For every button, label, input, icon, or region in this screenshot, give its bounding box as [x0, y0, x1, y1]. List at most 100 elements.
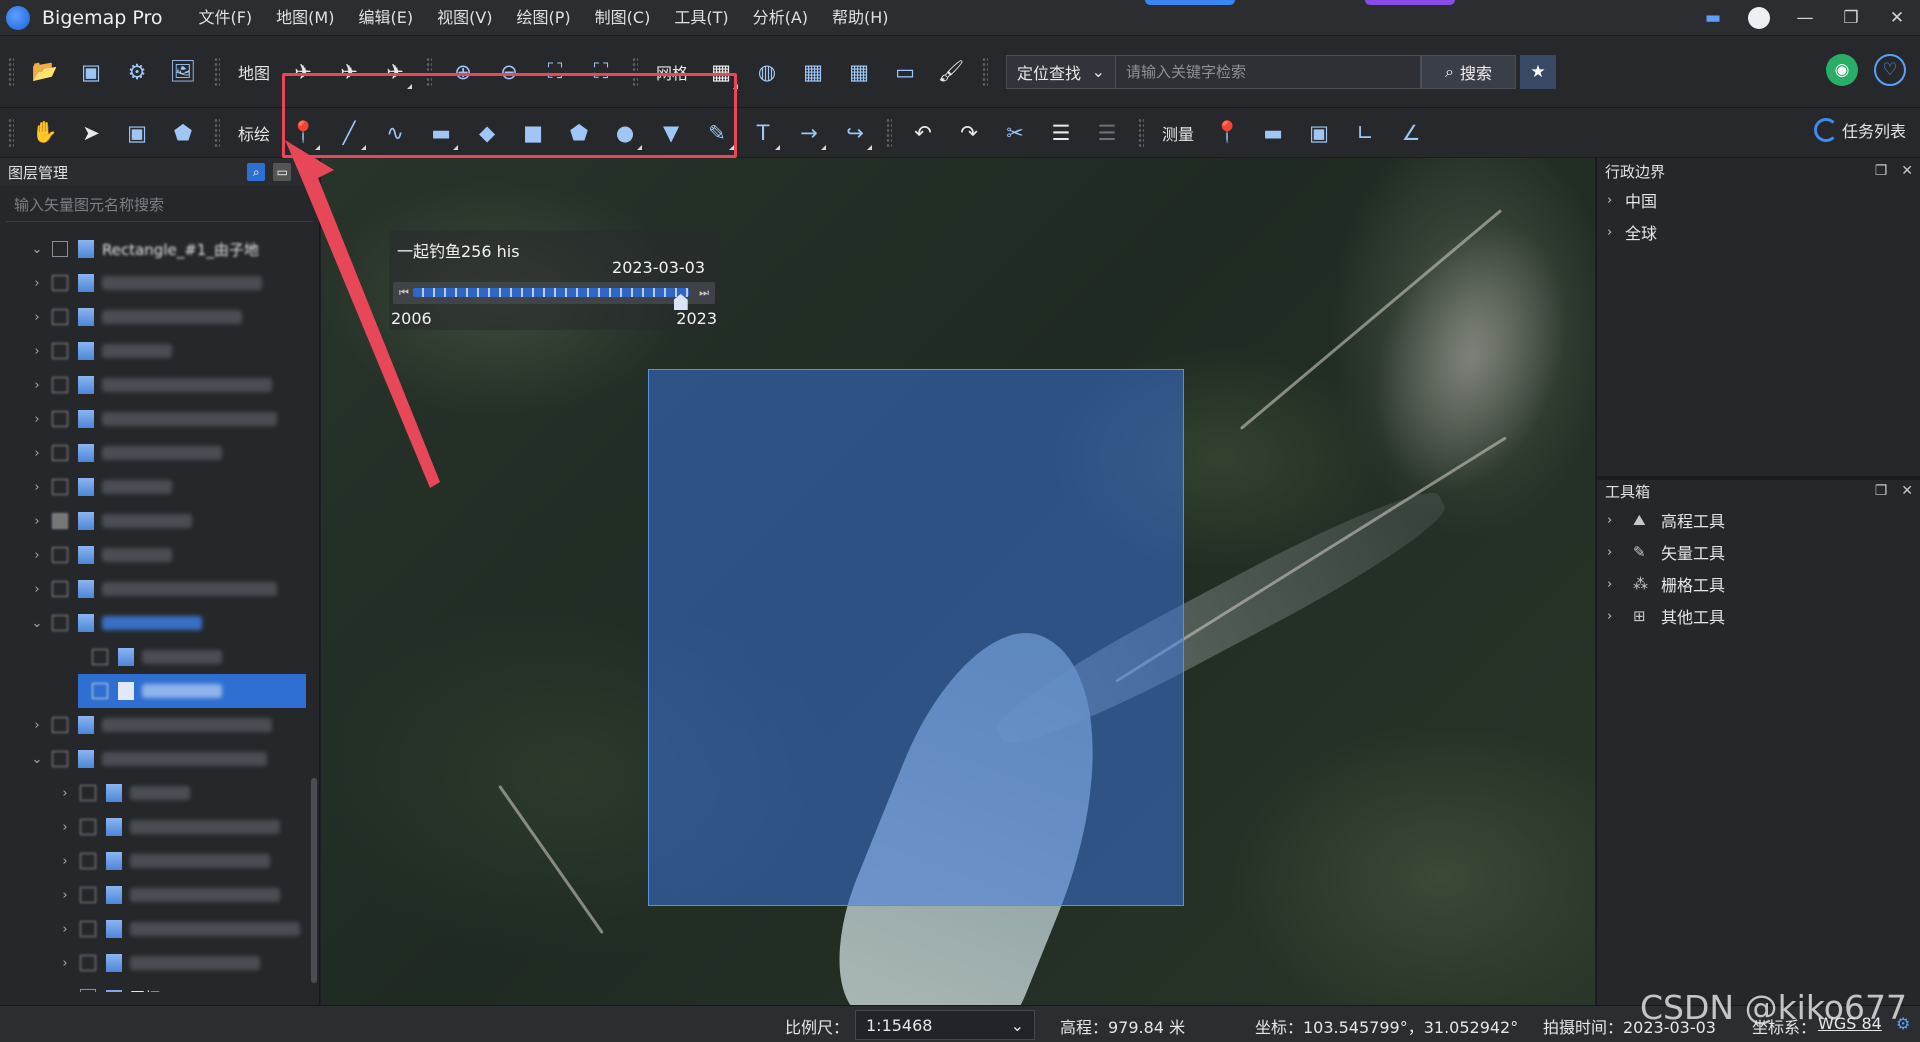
menu-view[interactable]: 视图(V)	[425, 0, 504, 36]
expand-arrow-icon[interactable]: ›	[30, 310, 44, 325]
layer-checkbox[interactable]	[52, 275, 68, 291]
arrow-icon[interactable]: →	[789, 113, 829, 153]
float-panel-icon[interactable]: ❐	[1875, 483, 1888, 499]
layer-checkbox[interactable]	[52, 615, 68, 631]
tree-row[interactable]: ›	[0, 402, 310, 436]
message-icon[interactable]: ▬	[1690, 0, 1736, 36]
tab-indicator-blue[interactable]	[1145, 0, 1235, 5]
menu-file[interactable]: 文件(F)	[186, 0, 264, 36]
select-polygon-icon[interactable]: ⬟	[163, 113, 203, 153]
layer-checkbox[interactable]	[52, 581, 68, 597]
curved-arrow-icon[interactable]: ↪	[835, 113, 875, 153]
menu-draw[interactable]: 绘图(P)	[505, 0, 583, 36]
attribute-list-icon[interactable]: ☰	[1087, 113, 1127, 153]
nm-grid-icon[interactable]: ▦	[839, 52, 879, 92]
km-grid-icon[interactable]: ▦	[793, 52, 833, 92]
select-region-icon[interactable]: ▣	[117, 113, 157, 153]
expand-arrow-icon[interactable]: ›	[30, 718, 44, 733]
close-panel-icon[interactable]: ✕	[1901, 483, 1913, 499]
latlng-grid-icon[interactable]: ◍	[747, 52, 787, 92]
toolbar-grip[interactable]	[214, 117, 220, 148]
layer-checkbox[interactable]	[80, 819, 96, 835]
menu-help[interactable]: 帮助(H)	[820, 0, 901, 36]
tree-row[interactable]: ›	[0, 572, 310, 606]
tree-row[interactable]: ›	[0, 470, 310, 504]
layer-tree-scrollbar[interactable]	[311, 778, 317, 983]
tree-row[interactable]: ›	[0, 334, 310, 368]
tree-row[interactable]: ⌄	[0, 742, 310, 776]
expand-arrow-icon[interactable]: ⌄	[30, 242, 44, 257]
measure-point-icon[interactable]: 📍	[1207, 113, 1247, 153]
expand-arrow-icon[interactable]: ›	[30, 548, 44, 563]
locate-dropdown[interactable]: 定位查找 ⌄	[1006, 54, 1117, 89]
scissors-icon[interactable]: ✂	[995, 113, 1035, 153]
menu-map[interactable]: 地图(M)	[264, 0, 346, 36]
keyword-search-input[interactable]	[1116, 54, 1422, 89]
drawn-square-selection[interactable]	[648, 369, 1184, 906]
layer-checkbox[interactable]	[80, 955, 96, 971]
image-button[interactable]: 🖼	[163, 52, 203, 92]
tree-row[interactable]: ›	[0, 368, 310, 402]
tree-row[interactable]: ›	[0, 878, 310, 912]
expand-arrow-icon[interactable]: ›	[30, 276, 44, 291]
layer-checkbox[interactable]	[92, 683, 108, 699]
layer-checkbox[interactable]	[52, 717, 68, 733]
tree-row[interactable]: ›	[0, 504, 310, 538]
layer-search-field[interactable]: 输入矢量图元名称搜索	[6, 188, 313, 222]
tree-row[interactable]: ›	[0, 708, 310, 742]
layer-checkbox[interactable]	[80, 887, 96, 903]
admin-item-global[interactable]: › 全球	[1597, 216, 1920, 248]
timeline-prev-icon[interactable]: ⏮	[399, 286, 409, 300]
timeline-bar[interactable]	[413, 288, 689, 297]
favorite-star-icon[interactable]: ★	[1520, 54, 1557, 89]
measure-area-icon[interactable]: ▣	[1299, 113, 1339, 153]
expand-arrow-icon[interactable]: ›	[58, 888, 72, 903]
tree-row-selected[interactable]	[78, 674, 306, 708]
measure-angle-icon[interactable]: ∠	[1391, 113, 1431, 153]
toolbar-grip[interactable]	[1138, 117, 1145, 148]
layer-checkbox[interactable]	[52, 377, 68, 393]
expand-arrow-icon[interactable]: ›	[30, 480, 44, 495]
undo-icon[interactable]: ↶	[903, 113, 943, 153]
expand-arrow-icon[interactable]: ›	[58, 820, 72, 835]
layer-checkbox[interactable]	[92, 649, 108, 665]
expand-arrow-icon[interactable]: ›	[30, 582, 44, 597]
close-panel-icon[interactable]: ✕	[1901, 163, 1913, 179]
menu-cartography[interactable]: 制图(C)	[583, 0, 663, 36]
pan-hand-icon[interactable]: ✋	[25, 113, 65, 153]
layer-checkbox[interactable]	[52, 411, 68, 427]
float-panel-icon[interactable]: ❐	[1875, 163, 1888, 179]
tree-row[interactable]: › 图框	[0, 980, 310, 992]
redo-icon[interactable]: ↷	[949, 113, 989, 153]
toolbar-grip[interactable]	[214, 56, 220, 87]
measure-height-icon[interactable]: ∟	[1345, 113, 1385, 153]
service-icon[interactable]: ♡	[1874, 54, 1906, 86]
map-view[interactable]: 一起钓鱼256 his 2023-03-03 ⏮ ⏭ 2006 2023	[321, 158, 1595, 1005]
expand-arrow-icon[interactable]: ›	[30, 514, 44, 529]
attribute-table-icon[interactable]: ☰	[1041, 113, 1081, 153]
folder-grid-icon[interactable]: ▭	[885, 52, 925, 92]
expand-arrow-icon[interactable]: ›	[58, 922, 72, 937]
expand-arrow-icon[interactable]: ›	[58, 990, 72, 993]
expand-arrow-icon[interactable]: ›	[30, 378, 44, 393]
brush-icon[interactable]: 🖌	[931, 52, 971, 92]
settings-gear-button[interactable]: ⚙	[117, 52, 157, 92]
expand-arrow-icon[interactable]: ›	[58, 786, 72, 801]
menu-analysis[interactable]: 分析(A)	[741, 0, 820, 36]
avatar[interactable]	[1736, 0, 1782, 36]
close-icon[interactable]: ✕	[1874, 0, 1920, 36]
expand-arrow-icon[interactable]: ›	[30, 446, 44, 461]
save-button[interactable]: ▣	[71, 52, 111, 92]
tree-row[interactable]: ›	[0, 912, 310, 946]
expand-arrow-icon[interactable]: ›	[58, 854, 72, 869]
tree-row[interactable]: ›	[0, 810, 310, 844]
layer-checkbox[interactable]	[80, 921, 96, 937]
toolbox-item-raster[interactable]: › ⁂ 栅格工具	[1597, 568, 1920, 600]
toolbox-item-other[interactable]: › ⊞ 其他工具	[1597, 600, 1920, 632]
layer-checkbox[interactable]	[52, 751, 68, 767]
expand-arrow-icon[interactable]: ⌄	[30, 752, 44, 767]
layer-pin-icon[interactable]: ▭	[273, 163, 292, 181]
layer-search-icon[interactable]: ⌕	[247, 163, 266, 181]
timeline-next-icon[interactable]: ⏭	[699, 286, 709, 300]
task-list-button[interactable]: 任务列表	[1813, 118, 1906, 142]
